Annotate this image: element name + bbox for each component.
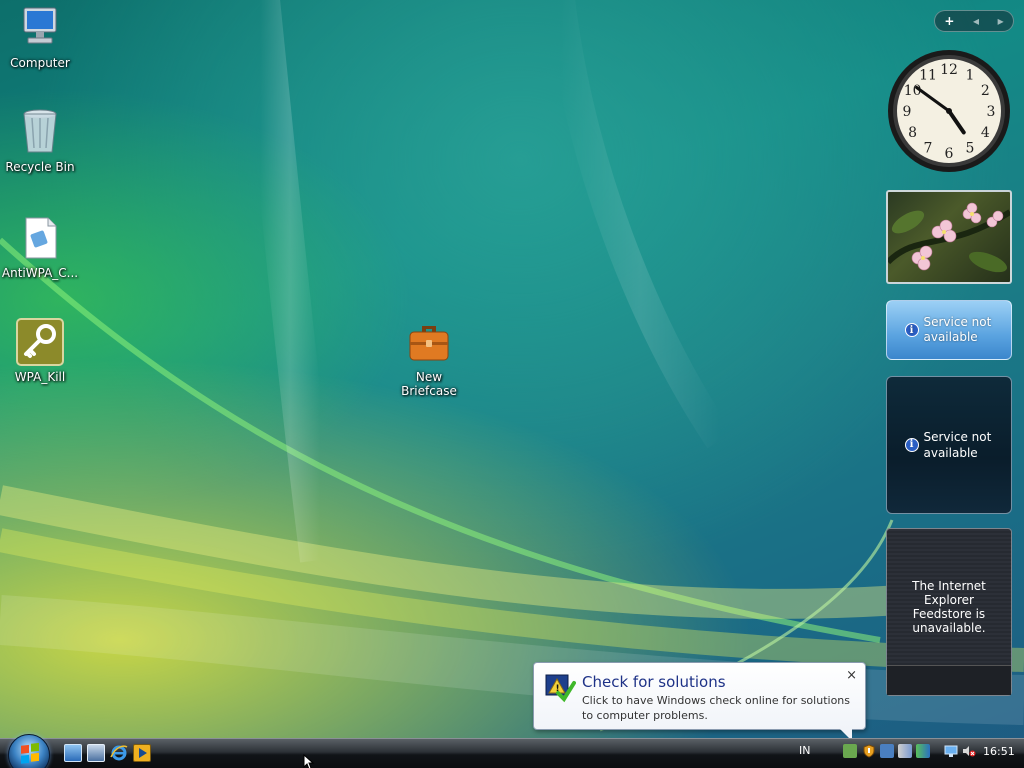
- clock-numeral: 9: [903, 104, 912, 120]
- clock-numeral: 1: [966, 68, 975, 84]
- desktop-icon-label: New Briefcase: [401, 370, 457, 398]
- clock-numeral: 4: [981, 125, 990, 141]
- feeds-footer: [887, 665, 1011, 695]
- clock-numeral: 7: [924, 140, 933, 156]
- desktop-icon-wpa-kill[interactable]: WPA_Kill: [0, 318, 80, 384]
- info-icon: i: [904, 323, 919, 337]
- defender-tray-icon[interactable]: [898, 744, 912, 758]
- previous-page-button[interactable]: ◂: [973, 14, 979, 28]
- clock-numeral: 10: [904, 83, 922, 99]
- desktop-icon-label: AntiWPA_C...: [1, 266, 79, 280]
- briefcase-icon: [405, 318, 453, 366]
- volume-muted-icon[interactable]: [962, 744, 976, 758]
- clock-numeral: 12: [940, 62, 958, 78]
- clock-gadget[interactable]: 12 1 2 3 4 5 6 7 8 9 10 11: [886, 48, 1012, 174]
- next-page-button[interactable]: ▸: [998, 14, 1004, 28]
- recycle-bin-icon: [16, 108, 64, 156]
- media-player-icon[interactable]: [133, 744, 151, 762]
- desktop-icon-new-briefcase[interactable]: New Briefcase: [389, 318, 469, 398]
- slideshow-gadget[interactable]: [886, 190, 1012, 284]
- stocks-gadget[interactable]: i Service not available: [886, 376, 1012, 514]
- problem-reports-tray-icon[interactable]: [843, 744, 857, 758]
- windows-logo-icon: [21, 742, 39, 764]
- sync-tray-icon[interactable]: [916, 744, 930, 758]
- desktop-icon-antiwpa[interactable]: AntiWPA_C...: [0, 214, 80, 280]
- weather-gadget[interactable]: i Service not available: [886, 300, 1012, 360]
- document-icon: [16, 214, 64, 262]
- computer-icon: [16, 4, 64, 52]
- desktop-icon-label: Recycle Bin: [5, 160, 75, 174]
- feed-headlines-gadget[interactable]: The Internet Explorer Feedstore is unava…: [886, 528, 1012, 696]
- add-gadget-button[interactable]: +: [944, 14, 954, 28]
- clock-numeral: 2: [981, 83, 990, 99]
- clock-numeral: 3: [987, 104, 996, 120]
- internet-explorer-icon[interactable]: [110, 744, 128, 762]
- wallpaper: [0, 0, 1024, 732]
- clock-numeral: 6: [945, 146, 954, 162]
- mouse-pointer: [303, 753, 315, 768]
- network-tray-icon[interactable]: [880, 744, 894, 758]
- feeds-status: The Internet Explorer Feedstore is unava…: [912, 579, 986, 635]
- taskbar-clock[interactable]: 16:51: [983, 745, 1015, 758]
- gadget-toolbar: + ◂ ▸: [934, 10, 1014, 32]
- security-shield-icon[interactable]: [862, 744, 876, 758]
- key-icon: [16, 318, 64, 366]
- desktop-icon-computer[interactable]: Computer: [0, 4, 80, 70]
- start-button[interactable]: [8, 734, 50, 768]
- info-icon: i: [904, 438, 919, 452]
- switch-windows-icon[interactable]: [87, 744, 105, 762]
- flower-photo: [888, 202, 1010, 273]
- desktop-icon-recycle-bin[interactable]: Recycle Bin: [0, 108, 80, 174]
- balloon-body: Click to have Windows check online for s…: [582, 694, 850, 722]
- language-indicator[interactable]: IN: [799, 744, 810, 757]
- desktop-icon-label: WPA_Kill: [14, 370, 66, 384]
- weather-status: Service not available: [923, 315, 992, 344]
- clock-numeral: 8: [908, 125, 917, 141]
- clock-face: 12 12 3 45678 9 1011: [888, 50, 1010, 172]
- close-icon[interactable]: ×: [846, 668, 857, 683]
- check-solutions-balloon[interactable]: ! Check for solutions Click to have Wind…: [533, 662, 866, 741]
- problem-reports-icon: !: [544, 671, 576, 703]
- clock-numeral: 11: [919, 68, 937, 84]
- desktop-icon-label: Computer: [10, 56, 70, 70]
- show-desktop-icon[interactable]: [64, 744, 82, 762]
- balloon-title: Check for solutions: [582, 673, 726, 691]
- stocks-status: Service not available: [923, 430, 992, 460]
- monitor-tray-icon[interactable]: [944, 744, 958, 758]
- clock-numeral: 5: [966, 140, 975, 156]
